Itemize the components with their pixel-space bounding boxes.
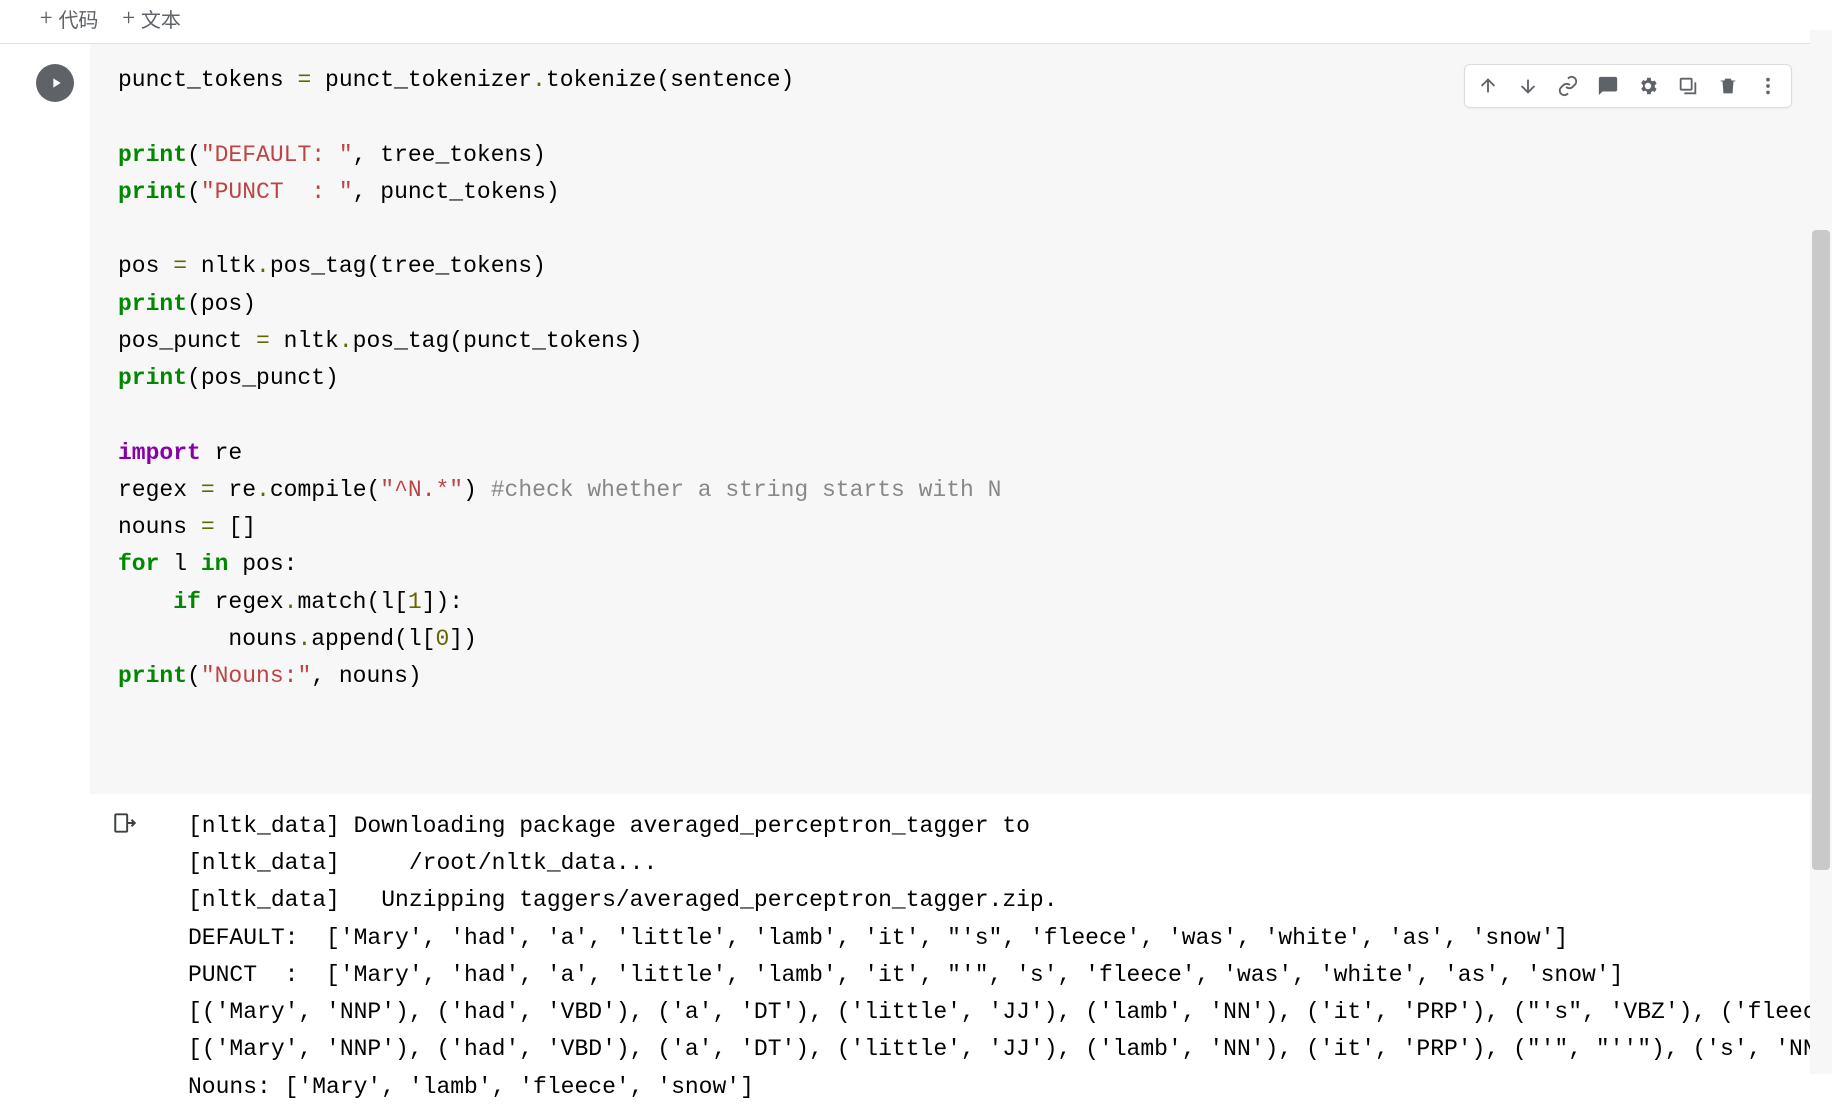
more-actions-button[interactable] xyxy=(1751,69,1785,103)
mirror-cell-button[interactable] xyxy=(1671,69,1705,103)
output-arrow-icon xyxy=(112,810,138,836)
code-cell: punct_tokens = punct_tokenizer.tokenize(… xyxy=(20,44,1832,1114)
trash-icon xyxy=(1717,75,1739,97)
plus-icon: + xyxy=(122,6,134,31)
link-icon xyxy=(1557,75,1579,97)
comment-icon xyxy=(1597,75,1619,97)
cell-gutter xyxy=(20,44,90,1114)
notebook-top-toolbar: + 代码 + 文本 xyxy=(0,0,1832,44)
cell-output[interactable]: [nltk_data] Downloading package averaged… xyxy=(160,794,1832,1114)
move-cell-up-button[interactable] xyxy=(1471,69,1505,103)
move-cell-down-button[interactable] xyxy=(1511,69,1545,103)
scrollbar-thumb[interactable] xyxy=(1812,230,1830,870)
code-editor[interactable]: punct_tokens = punct_tokenizer.tokenize(… xyxy=(90,44,1832,794)
run-cell-button[interactable] xyxy=(36,64,74,102)
link-cell-button[interactable] xyxy=(1551,69,1585,103)
add-text-button[interactable]: + 文本 xyxy=(122,4,180,33)
output-gutter xyxy=(90,794,160,1114)
add-code-button[interactable]: + 代码 xyxy=(40,4,98,33)
delete-cell-button[interactable] xyxy=(1711,69,1745,103)
play-icon xyxy=(48,75,64,91)
cell-action-toolbar xyxy=(1464,64,1792,108)
output-row: [nltk_data] Downloading package averaged… xyxy=(90,794,1832,1114)
add-code-label: 代码 xyxy=(58,4,98,33)
comment-button[interactable] xyxy=(1591,69,1625,103)
gear-icon xyxy=(1637,75,1659,97)
plus-icon: + xyxy=(40,6,52,31)
arrow-down-icon xyxy=(1517,75,1539,97)
more-vertical-icon xyxy=(1757,75,1779,97)
settings-button[interactable] xyxy=(1631,69,1665,103)
page-scrollbar[interactable] xyxy=(1810,30,1832,1074)
add-text-label: 文本 xyxy=(141,4,181,33)
mirror-icon xyxy=(1677,75,1699,97)
arrow-up-icon xyxy=(1477,75,1499,97)
